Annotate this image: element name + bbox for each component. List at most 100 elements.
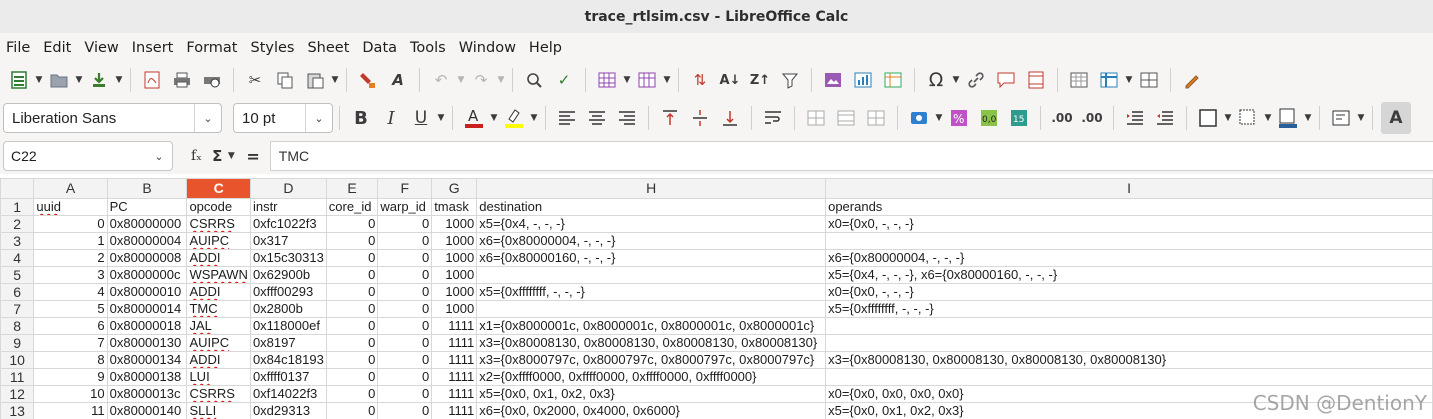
increase-indent-icon[interactable] bbox=[1122, 105, 1148, 131]
cell-tmask[interactable]: 1111 bbox=[431, 368, 478, 386]
menu-file[interactable]: File bbox=[0, 40, 37, 56]
cell-warp-id[interactable]: 0 bbox=[377, 351, 433, 369]
cell-core-id[interactable]: 0 bbox=[325, 215, 379, 233]
font-color-icon[interactable]: A bbox=[461, 105, 487, 131]
align-top-icon[interactable] bbox=[657, 105, 683, 131]
cell-destination[interactable]: x5={0xffffffff, -, -, -} bbox=[476, 283, 827, 301]
unmerge-cells-icon[interactable] bbox=[863, 105, 889, 131]
cell-destination[interactable]: x5={0x0, 0x1, 0x2, 0x3} bbox=[476, 385, 827, 403]
font-name-combo[interactable]: Liberation Sans ⌄ bbox=[3, 103, 222, 133]
chevron-down-icon[interactable]: ⌄ bbox=[194, 104, 221, 132]
cell-core-id[interactable]: 0 bbox=[325, 385, 379, 403]
split-window-icon[interactable] bbox=[1136, 67, 1162, 93]
cell-operands[interactable]: x0={0x0, -, -, -} bbox=[825, 215, 1433, 233]
cell-warp-id[interactable]: 0 bbox=[377, 249, 433, 267]
menu-window[interactable]: Window bbox=[453, 40, 523, 56]
cell-uuid[interactable]: 2 bbox=[33, 249, 108, 267]
cell-tmask[interactable]: tmask bbox=[431, 198, 478, 216]
cell-pc[interactable]: 0x80000014 bbox=[106, 300, 188, 318]
row-header[interactable]: 12 bbox=[0, 385, 35, 403]
cell-destination[interactable]: destination bbox=[476, 198, 827, 216]
menu-sheet[interactable]: Sheet bbox=[301, 40, 356, 56]
special-character-dropdown-icon[interactable]: ▼ bbox=[951, 75, 961, 85]
redo-icon[interactable]: ↷ bbox=[468, 67, 494, 93]
cell-operands[interactable] bbox=[825, 317, 1433, 335]
row-header[interactable]: 4 bbox=[0, 249, 35, 267]
cell-operands[interactable] bbox=[825, 232, 1433, 250]
undo-icon[interactable]: ↶ bbox=[428, 67, 454, 93]
cell-core-id[interactable]: 0 bbox=[325, 334, 379, 352]
cell-instr[interactable]: 0x317 bbox=[249, 232, 327, 250]
cell-uuid[interactable]: 10 bbox=[33, 385, 108, 403]
cell-tmask[interactable]: 1000 bbox=[431, 249, 478, 267]
open-dropdown-icon[interactable]: ▼ bbox=[74, 75, 84, 85]
border-color-icon[interactable] bbox=[1275, 105, 1301, 131]
cell-pc[interactable]: 0x80000000 bbox=[106, 215, 188, 233]
cell-opcode[interactable]: TMC bbox=[186, 300, 251, 318]
cell-pc[interactable]: 0x8000013c bbox=[106, 385, 188, 403]
cell-uuid[interactable]: 9 bbox=[33, 368, 108, 386]
cell-opcode[interactable]: WSPAWN bbox=[186, 266, 251, 284]
cell-tmask[interactable]: 1111 bbox=[431, 334, 478, 352]
find-replace-icon[interactable] bbox=[521, 67, 547, 93]
cell-tmask[interactable]: 1000 bbox=[431, 283, 478, 301]
new-document-icon[interactable] bbox=[6, 67, 32, 93]
cell-warp-id[interactable]: 0 bbox=[377, 368, 433, 386]
underline-icon[interactable]: U bbox=[408, 105, 434, 131]
menu-styles[interactable]: Styles bbox=[244, 40, 301, 56]
column-header-h[interactable]: H bbox=[476, 178, 827, 199]
cell-operands[interactable] bbox=[825, 368, 1433, 386]
cell-destination[interactable]: x6={0x0, 0x2000, 0x4000, 0x6000} bbox=[476, 402, 827, 419]
row-header[interactable]: 3 bbox=[0, 232, 35, 250]
open-folder-icon[interactable] bbox=[46, 67, 72, 93]
menu-tools[interactable]: Tools bbox=[404, 40, 453, 56]
format-as-number-icon[interactable]: 0,0 bbox=[976, 105, 1002, 131]
freeze-panes-icon[interactable] bbox=[1096, 67, 1122, 93]
cell-pc[interactable]: 0x80000004 bbox=[106, 232, 188, 250]
comment-icon[interactable] bbox=[993, 67, 1019, 93]
menu-data[interactable]: Data bbox=[356, 40, 404, 56]
border-style-dropdown-icon[interactable]: ▼ bbox=[1263, 113, 1273, 123]
redo-dropdown-icon[interactable]: ▼ bbox=[496, 75, 506, 85]
cell-core-id[interactable]: 0 bbox=[325, 317, 379, 335]
cell-instr[interactable]: 0x84c18193 bbox=[249, 351, 327, 369]
italic-icon[interactable]: I bbox=[378, 105, 404, 131]
formula-equals-icon[interactable]: = bbox=[246, 147, 259, 166]
merge-center-icon[interactable] bbox=[833, 105, 859, 131]
row-header[interactable]: 11 bbox=[0, 368, 35, 386]
cell-destination[interactable]: x3={0x80008130, 0x80008130, 0x80008130, … bbox=[476, 334, 827, 352]
conditional-format-dropdown-icon[interactable]: ▼ bbox=[1356, 113, 1366, 123]
column-header-a[interactable]: A bbox=[33, 178, 108, 199]
borders-dropdown-icon[interactable]: ▼ bbox=[1223, 113, 1233, 123]
font-size-combo[interactable]: 10 pt ⌄ bbox=[233, 103, 333, 133]
cell-uuid[interactable]: 7 bbox=[33, 334, 108, 352]
cell-tmask[interactable]: 1000 bbox=[431, 300, 478, 318]
cell-pc[interactable]: 0x80000138 bbox=[106, 368, 188, 386]
define-print-area-icon[interactable] bbox=[1066, 67, 1092, 93]
row-header[interactable]: 5 bbox=[0, 266, 35, 284]
print-icon[interactable] bbox=[169, 67, 195, 93]
center-vertically-icon[interactable] bbox=[687, 105, 713, 131]
cell-instr[interactable]: 0xffff0137 bbox=[249, 368, 327, 386]
cell-tmask[interactable]: 1111 bbox=[431, 402, 478, 419]
align-bottom-icon[interactable] bbox=[717, 105, 743, 131]
cell-instr[interactable]: instr bbox=[249, 198, 327, 216]
cell-warp-id[interactable]: 0 bbox=[377, 300, 433, 318]
cell-core-id[interactable]: core_id bbox=[325, 198, 379, 216]
row-header[interactable]: 7 bbox=[0, 300, 35, 318]
cell-opcode[interactable]: ADDI bbox=[186, 249, 251, 267]
currency-dropdown-icon[interactable]: ▼ bbox=[934, 113, 944, 123]
cell-destination[interactable] bbox=[476, 300, 827, 318]
cell-uuid[interactable]: 11 bbox=[33, 402, 108, 419]
cell-pc[interactable]: 0x80000008 bbox=[106, 249, 188, 267]
cell-warp-id[interactable]: 0 bbox=[377, 402, 433, 419]
cell-opcode[interactable]: CSRRS bbox=[186, 215, 251, 233]
menu-edit[interactable]: Edit bbox=[37, 40, 78, 56]
row-header[interactable]: 2 bbox=[0, 215, 35, 233]
cell-core-id[interactable]: 0 bbox=[325, 368, 379, 386]
row-header[interactable]: 13 bbox=[0, 402, 35, 419]
headers-footers-icon[interactable] bbox=[1023, 67, 1049, 93]
cell-operands[interactable]: x6={0x80000004, -, -, -} bbox=[825, 249, 1433, 267]
delete-decimal-place-icon[interactable]: .00 bbox=[1079, 105, 1105, 131]
cell-operands[interactable]: x5={0xffffffff, -, -, -} bbox=[825, 300, 1433, 318]
